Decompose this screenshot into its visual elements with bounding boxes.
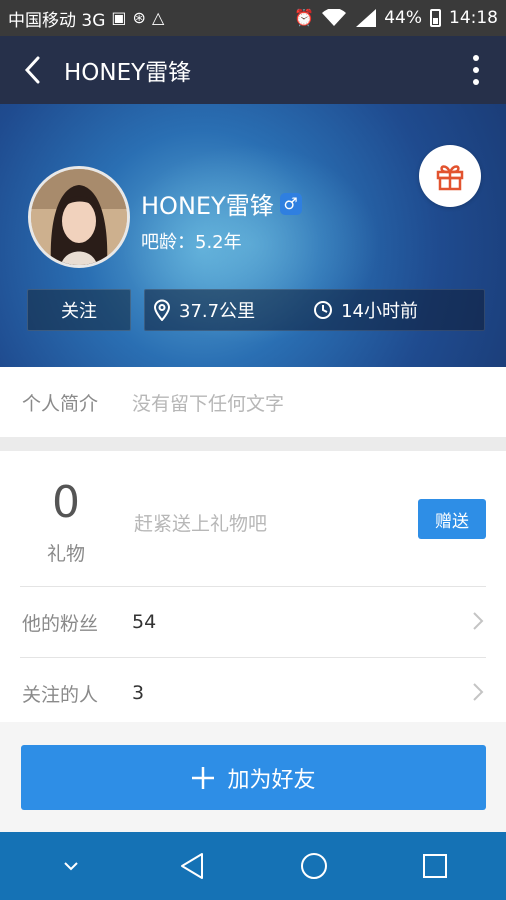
home-circle-icon [300, 853, 327, 879]
profile-banner: HONEY雷锋 ♂ 吧龄：5.2年 关注 37.7公里 14小时前 [0, 104, 506, 367]
gift-section: 0 礼物 赶紧送上礼物吧 赠送 [0, 451, 506, 586]
more-options-button[interactable] [446, 36, 506, 104]
location-pin-icon [153, 299, 171, 321]
signal-icon [356, 9, 377, 27]
chevron-right-icon [473, 683, 484, 701]
following-label: 关注的人 [22, 683, 99, 706]
last-active-item: 14小时前 [313, 297, 418, 323]
back-button[interactable] [0, 36, 64, 104]
distance-text: 37.7公里 [179, 301, 256, 322]
send-gift-button[interactable]: 赠送 [418, 499, 486, 539]
battery-percent: 44% [384, 8, 422, 28]
hide-nav-button[interactable] [41, 836, 101, 896]
add-friend-label: 加为好友 [227, 767, 316, 793]
tieba-age: 吧龄：5.2年 [141, 232, 242, 253]
battery-icon [430, 9, 441, 27]
nav-recents-button[interactable] [405, 836, 465, 896]
nav-home-button[interactable] [284, 836, 344, 896]
status-right: ⏰ 44% 14:18 [294, 8, 498, 28]
back-arrow-icon [24, 56, 40, 84]
distance-item: 37.7公里 [153, 297, 255, 323]
alarm-icon: ⏰ [294, 8, 315, 27]
chevron-down-icon [64, 862, 78, 871]
status-bar: 中国移动 3G ▣ ⊛ △ ⏰ 44% 14:18 [0, 0, 506, 36]
page-title: HONEY雷锋 [64, 60, 192, 86]
username-row: HONEY雷锋 ♂ [141, 186, 302, 221]
sim-icon: ▣ [111, 8, 127, 27]
more-dot-icon [473, 55, 479, 61]
chevron-right-icon [473, 612, 484, 630]
clock-icon [314, 301, 333, 319]
system-nav-bar [0, 832, 506, 900]
fans-row[interactable]: 他的粉丝 54 [0, 587, 506, 657]
location-time-info: 37.7公里 14小时前 [144, 289, 485, 331]
qq-icon: △ [151, 8, 165, 27]
more-dot-icon [473, 67, 479, 73]
gift-label: 礼物 [46, 543, 85, 565]
gift-count: 0 [52, 477, 80, 528]
last-active-text: 14小时前 [341, 301, 418, 322]
wifi-icon [322, 9, 347, 26]
following-row[interactable]: 关注的人 3 [0, 658, 506, 728]
section-divider [0, 437, 506, 451]
bio-label: 个人简介 [22, 392, 99, 415]
following-count: 3 [132, 682, 145, 704]
carrier-label: 中国移动 3G [8, 10, 106, 31]
gift-prompt: 赶紧送上礼物吧 [134, 513, 268, 535]
sync-icon: ⊛ [132, 8, 146, 27]
gift-button[interactable] [419, 145, 481, 207]
avatar-portrait-icon [31, 169, 127, 265]
add-friend-button[interactable]: 加为好友 [21, 745, 486, 810]
bio-row: 个人简介 没有留下任何文字 [0, 367, 506, 437]
more-dot-icon [473, 79, 479, 85]
bio-text: 没有留下任何文字 [132, 392, 285, 415]
male-gender-icon: ♂ [279, 192, 302, 215]
clock: 14:18 [449, 8, 498, 28]
gift-icon [436, 165, 464, 191]
nav-back-button[interactable] [162, 836, 222, 896]
status-left: 中国移动 3G ▣ ⊛ △ [8, 6, 164, 31]
back-triangle-icon [181, 853, 204, 879]
fans-label: 他的粉丝 [22, 612, 99, 635]
plus-icon [192, 766, 215, 789]
recents-square-icon [423, 854, 448, 878]
fans-count: 54 [132, 611, 157, 633]
username: HONEY雷锋 [141, 192, 274, 220]
app-bar: HONEY雷锋 [0, 36, 506, 104]
avatar[interactable] [28, 166, 130, 268]
follow-button[interactable]: 关注 [27, 289, 131, 331]
